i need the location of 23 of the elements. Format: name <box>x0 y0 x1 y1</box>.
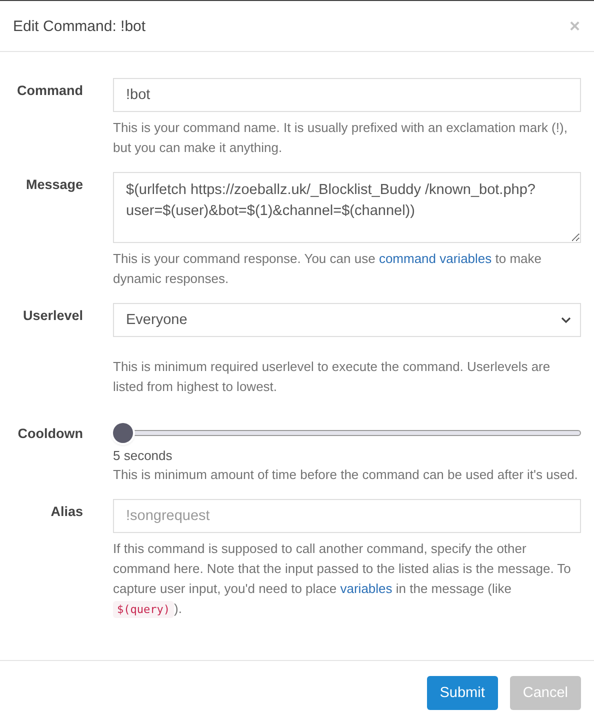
slider-thumb[interactable] <box>113 423 133 443</box>
slider-value: 5 seconds <box>113 448 174 463</box>
field-label: Command <box>16 82 83 100</box>
help-text: This is your command response. You can use command variables to make dynamic responses. <box>113 250 543 288</box>
help-text: This is minimum amount of time before the command can be used after it's used. <box>113 466 579 484</box>
text-field[interactable]: !bot <box>113 78 581 112</box>
submit-button[interactable]: Submit <box>426 676 498 710</box>
chevron-down-icon <box>560 316 572 324</box>
help-text: If this command is supposed to call another command, specify the other command here. Note that the input passed to the listed alias is the message. To capture user input, you'd need to place variables in the message (like $(query) ). <box>113 540 572 620</box>
field-label: Alias <box>50 503 83 521</box>
field-label: Cooldown <box>16 425 83 443</box>
code-snippet: $(query) <box>113 601 174 618</box>
select-field[interactable]: Everyone <box>113 303 581 337</box>
help-text: This is your command name. It is usually prefixed with an exclamation mark (!), but you can make it anything. <box>113 119 568 157</box>
help-text: This is minimum required userlevel to execute the command. Userlevels are listed from highest to lowest. <box>113 358 552 396</box>
text-field[interactable]: !songrequest <box>113 499 581 533</box>
field-label: Userlevel <box>22 307 83 325</box>
dialog-title: Edit Command: !bot <box>13 18 146 34</box>
message-field[interactable]: $(urlfetch https://zoeballz.uk/_Blocklist_Buddy /known_bot.php?user=$(user)&bot=$(1)&channel=$(channel)) <box>113 172 581 243</box>
slider[interactable] <box>113 423 581 443</box>
field-label: Message <box>24 176 83 194</box>
variables-link[interactable]: variables <box>340 581 392 596</box>
variables-link[interactable]: command variables <box>378 251 492 266</box>
